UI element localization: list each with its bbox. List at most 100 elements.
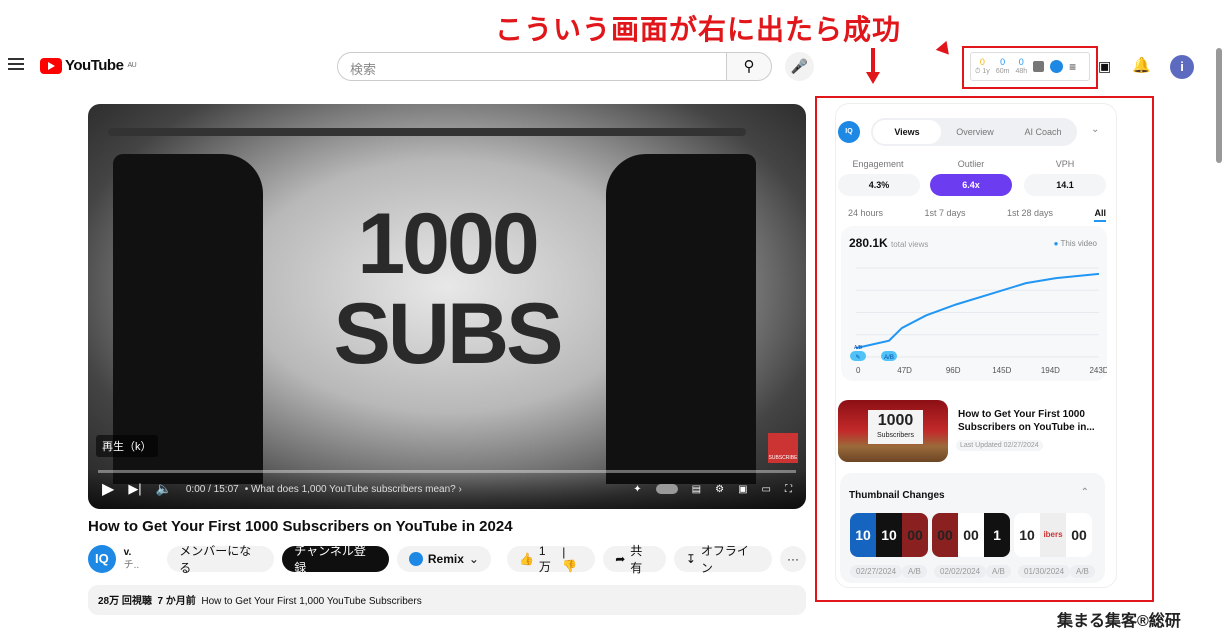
volume-icon[interactable]: 🔈	[156, 481, 172, 497]
chart-icon[interactable]	[1033, 61, 1045, 72]
video-card-title[interactable]: How to Get Your First 1000 Subscribers o…	[958, 408, 1108, 434]
search-input[interactable]: 検索	[337, 52, 727, 81]
miniplayer-icon[interactable]: ▣	[738, 484, 747, 495]
subscribe-button[interactable]: チャンネル登録	[282, 544, 389, 575]
change-tag: A/B	[902, 565, 927, 578]
mic-icon[interactable]: 🎤	[785, 52, 814, 81]
create-icon[interactable]: ▣	[1098, 58, 1111, 75]
video-thumbnail[interactable]: 1000 Subscribers	[838, 400, 948, 462]
description-text: How to Get Your First 1,000 YouTube Subs…	[201, 596, 422, 607]
captions-icon[interactable]: ▤	[692, 484, 701, 495]
range-all[interactable]: All	[1094, 208, 1106, 222]
metric-outlier: 6.4x	[930, 174, 1012, 196]
bell-icon[interactable]: 🔔	[1132, 56, 1151, 74]
analytics-panel: IQ Views Overview AI Coach ⌄ Engagement …	[835, 103, 1117, 588]
chevron-up-icon[interactable]: ⌃	[1081, 487, 1089, 498]
thumbnail-changes: Thumbnail Changes ⌃ 10 10 00 00 00 1 10 …	[840, 473, 1105, 583]
x-tick-label: 96D	[946, 366, 961, 375]
annotation-arrow-shaft	[871, 48, 875, 74]
x-tick-label: 145D	[992, 366, 1011, 375]
tab-ai-coach[interactable]: AI Coach	[1009, 127, 1077, 137]
remix-button[interactable]: Remix ⌄	[396, 546, 491, 572]
offline-button[interactable]: ↧ オフライン	[673, 544, 772, 575]
play-tooltip: 再生（k）	[96, 435, 158, 457]
chapter[interactable]: • What does 1,000 YouTube subscribers me…	[245, 484, 620, 495]
x-tick-label: 0	[856, 366, 861, 375]
fullscreen-icon[interactable]: ⛶	[785, 484, 792, 495]
thumbnail[interactable]: 1	[984, 513, 1010, 557]
join-button[interactable]: メンバーになる	[167, 544, 275, 575]
thumb-text: 1000	[877, 412, 914, 429]
ab-marker-label: A/B	[884, 355, 894, 361]
search-button[interactable]: ⚲	[726, 52, 772, 81]
video-title: How to Get Your First 1000 Subscribers o…	[88, 518, 513, 535]
change-tag: A/B	[986, 565, 1011, 578]
series-line	[855, 272, 1100, 350]
play-icon[interactable]: ▶	[102, 479, 114, 499]
metric-label: VPH	[1055, 159, 1075, 169]
x-tick-label: 194D	[1041, 366, 1060, 375]
last-updated: Last Updated 02/27/2024	[956, 440, 1043, 451]
scrollbar[interactable]	[1216, 48, 1222, 163]
extension-logo-icon[interactable]	[1050, 60, 1064, 73]
more-button[interactable]: ···	[780, 546, 806, 572]
thumbnail[interactable]: 00	[932, 513, 958, 557]
share-button[interactable]: ➦ 共有	[603, 544, 666, 575]
sparkle-icon[interactable]: ✦	[633, 484, 641, 495]
video-player[interactable]: 1000 SUBS SUBSCRIBE 再生（k） ▶ ▶| 🔈 0:00 / …	[88, 104, 806, 509]
settings-icon[interactable]: ⚙	[715, 484, 724, 495]
extension-bar[interactable]: 0 ⏱ 1y 0 60m 0 48h ≡	[970, 52, 1090, 81]
thumbnail[interactable]: 10	[1014, 513, 1040, 557]
thumbnail[interactable]: 00	[958, 513, 984, 557]
thumb-sub: Subscribers	[877, 432, 914, 439]
tab-views[interactable]: Views	[873, 120, 941, 144]
range-28d[interactable]: 1st 28 days	[1007, 208, 1053, 222]
autoplay-toggle[interactable]	[655, 484, 678, 494]
x-tick-label: 47D	[897, 366, 912, 375]
logo-text: YouTube	[65, 57, 124, 74]
like-button[interactable]: 👍 1万 | 👎	[506, 543, 596, 574]
hamburger-icon[interactable]: ≡	[1069, 60, 1076, 74]
next-icon[interactable]: ▶|	[128, 481, 141, 497]
thumbnail-changes-title: Thumbnail Changes	[849, 490, 945, 501]
offline-label: オフライン	[700, 544, 749, 575]
chevron-down-icon[interactable]: ⌄	[1091, 124, 1099, 135]
chart-svg: 0 47D 96D 145D 194D 243D ✎ A/B A/B	[850, 267, 1107, 375]
thumbnail[interactable]: ibers	[1040, 513, 1066, 557]
description-box[interactable]: 28万 回視聴 7 か月前 How to Get Your First 1,00…	[88, 585, 806, 615]
remix-label: Remix	[427, 552, 464, 566]
change-date: 02/02/2024	[934, 565, 987, 578]
thumbnail[interactable]: 00	[902, 513, 928, 557]
views-chart: 280.1K total views ● This video 0 47D 96D 1…	[841, 226, 1107, 381]
curtain	[606, 154, 756, 484]
menu-icon[interactable]	[8, 58, 24, 70]
ab-marker-label: A/B	[854, 345, 863, 351]
extension-logo-icon: IQ	[838, 121, 860, 143]
thumbnail[interactable]: 10	[850, 513, 876, 557]
thumbnail[interactable]: 00	[1066, 513, 1092, 557]
thumbnail[interactable]: 10	[876, 513, 902, 557]
view-count: 28万 回視聴	[98, 596, 152, 607]
subscribe-badge: SUBSCRIBE	[768, 433, 798, 463]
range-24h[interactable]: 24 hours	[848, 208, 883, 222]
avatar[interactable]: i	[1170, 55, 1194, 79]
channel-name[interactable]: v.	[124, 546, 160, 559]
range-7d[interactable]: 1st 7 days	[924, 208, 965, 222]
stat: 0 48h	[1015, 56, 1028, 75]
metric-label: Engagement	[852, 159, 904, 169]
video-overlay-text: 1000 SUBS	[333, 196, 564, 382]
theater-icon[interactable]: ▭	[762, 484, 771, 495]
youtube-logo[interactable]: YouTube AU	[40, 57, 137, 74]
thumbnail-strip[interactable]: 10 10 00 00 00 1 10 ibers 00	[850, 513, 1092, 557]
x-tick-label: 243D	[1089, 366, 1107, 375]
metric-label: Outlier	[957, 159, 985, 169]
change-date: 02/27/2024	[850, 565, 903, 578]
metric-engagement: 4.3%	[838, 174, 920, 196]
remix-icon	[408, 552, 423, 566]
channel-avatar[interactable]: IQ	[88, 545, 116, 573]
tab-overview[interactable]: Overview	[941, 127, 1009, 137]
like-count: 1万	[538, 543, 551, 574]
time: 0:00 / 15:07	[185, 483, 239, 495]
upload-age: 7 か月前	[157, 596, 196, 607]
change-date: 01/30/2024	[1018, 565, 1071, 578]
